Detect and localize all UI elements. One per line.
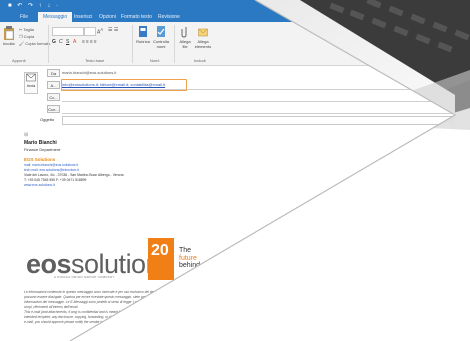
page-curl-edge <box>69 0 457 341</box>
